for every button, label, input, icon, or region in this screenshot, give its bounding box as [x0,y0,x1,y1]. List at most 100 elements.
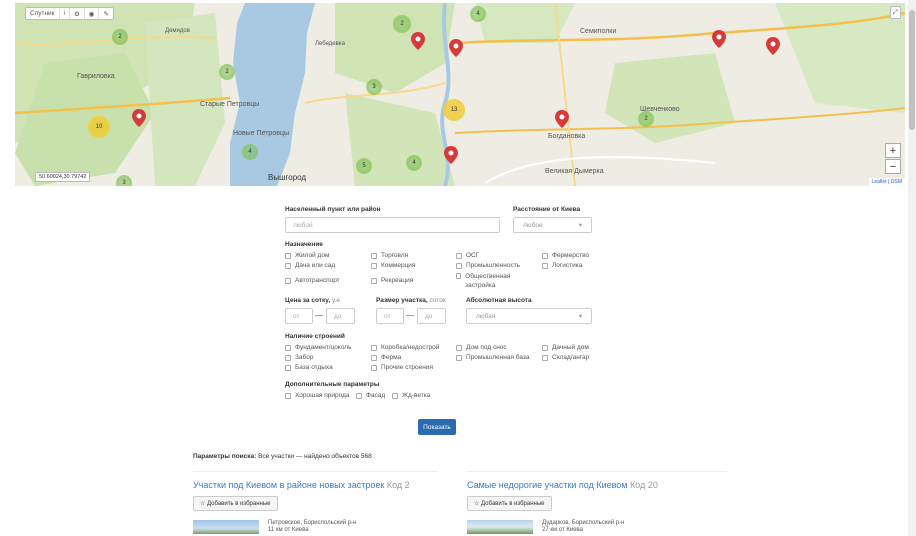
summary-text: Все участки — найдено объектов 568 [258,453,372,460]
listing-code: Код 2 [386,480,410,490]
add-favorite-button[interactable]: ☆ Добавить в избранные [467,496,552,511]
buildings-label: Наличие строений [285,333,345,340]
purpose-checkbox[interactable]: Логистика [542,262,582,269]
map-marker-icon[interactable] [444,146,458,164]
buildings-checkbox[interactable]: Промышленная база [456,354,530,361]
show-button[interactable]: Показать [418,419,456,435]
purpose-checkbox[interactable]: Фермерство [542,252,589,259]
purpose-checkbox[interactable]: Торговля [371,252,408,259]
price-unit: у.е [331,297,340,304]
listing-title[interactable]: Участки под Киевом в районе новых застро… [193,480,410,490]
map-cluster[interactable]: 3 [366,79,382,95]
listing-title-text: Самые недорогие участки под Киевом [467,480,628,490]
layer-switch-button[interactable]: Спутник [26,8,60,19]
locality-input[interactable]: любой [285,217,500,233]
map-marker-icon[interactable] [766,37,780,55]
listing-thumbnail[interactable] [193,520,259,534]
checkbox-label: Коммерция [381,262,416,269]
checkbox-label: Жилой дом [295,252,330,259]
size-to-input[interactable]: до [417,308,446,324]
price-to-input[interactable]: до [326,308,355,324]
purpose-checkbox[interactable]: Коммерция [371,262,415,269]
zoom-in-button[interactable]: + [885,143,901,158]
distance-select[interactable]: любое ▾ [513,217,592,233]
purpose-checkbox[interactable]: Жилой дом [285,252,329,259]
info-icon[interactable]: i [60,8,70,19]
extra-checkbox[interactable]: Жд-ветка [392,392,430,399]
buildings-checkbox[interactable]: Забор [285,354,314,361]
add-favorite-button[interactable]: ☆ Добавить в избранные [193,496,278,511]
size-from-input[interactable]: от [376,308,404,324]
map-cluster[interactable]: 2 [393,15,411,33]
listing-location: Дударков, Бориспольский р-н 27 км от Киев… [542,520,624,534]
buildings-checkbox[interactable]: Склад/ангар [542,354,589,361]
listing-title[interactable]: Самые недорогие участки под Киевом Код 2… [467,480,658,490]
map-cluster[interactable]: 4 [470,6,486,22]
listing-title-text: Участки под Киевом в районе новых застро… [193,480,385,490]
extra-checkbox[interactable]: Хорошая природа [285,392,350,399]
fullscreen-icon[interactable]: ⤢ [889,6,901,19]
map-cluster[interactable]: 4 [242,144,258,160]
buildings-checkbox[interactable]: Прочие строения [371,364,433,371]
map-coordinates: 50.60024,30.79742 [35,172,91,182]
map-cluster[interactable]: 5 [356,158,372,174]
locality-label: Населенный пункт или район [285,206,381,213]
map-cluster[interactable]: 10 [88,116,110,138]
extra-label: Дополнительные параметры [285,381,380,388]
attach-icon[interactable]: ✎ [99,8,112,19]
map-marker-icon[interactable] [712,30,726,48]
map-label-demidov: Демидов [165,28,190,34]
purpose-checkbox[interactable]: Автотранспорт [285,277,340,284]
map-cluster[interactable]: 2 [219,64,235,80]
chevron-down-icon: ▾ [578,313,582,320]
checkbox-label: Фундамент/цоколь [295,344,352,351]
zoom-out-button[interactable]: − [885,159,901,174]
price-from-input[interactable]: от [285,308,313,324]
height-label: Абсолютная высота [466,297,532,304]
summary-label: Параметры поиска: [193,453,257,460]
eye-icon[interactable]: ◉ [85,8,100,19]
checkbox-label: Ферма [381,354,402,361]
scrollbar-thumb[interactable] [909,10,915,130]
buildings-checkbox[interactable]: Фундамент/цоколь [285,344,351,351]
height-select[interactable]: любая ▾ [466,308,592,324]
buildings-checkbox[interactable]: База отдыха [285,364,333,371]
map-cluster[interactable]: 2 [638,111,654,127]
checkbox-label: Хорошая природа [295,392,350,399]
map-cluster[interactable]: 3 [116,175,132,186]
map-cluster[interactable]: 13 [443,99,465,121]
map-attribution[interactable]: Leaflet | OSM [868,178,905,186]
map-marker-icon[interactable] [411,32,425,50]
buildings-checkbox[interactable]: Дачный дом [542,344,589,351]
settings-icon[interactable]: ⚙ [70,8,85,19]
size-label: Размер участка, [376,297,428,304]
purpose-checkbox[interactable]: Общественная застройка [456,272,526,290]
map-label-bogdanovka: Богдановка [548,133,586,140]
map-cluster[interactable]: 4 [406,155,422,171]
checkbox-label: Дом под снос [466,344,507,351]
listing-thumbnail[interactable] [467,520,533,534]
checkbox-label: Дача или сад [295,262,336,269]
map-label-vyshgorod: Вышгород [268,173,307,182]
purpose-checkbox[interactable]: Промышленность [456,262,520,269]
listing-location-text: Дударков, Бориспольский р-н [542,520,625,526]
price-label: Цена за сотку, [285,297,331,304]
extra-checkbox[interactable]: Фасад [356,392,385,399]
map-marker-icon[interactable] [132,109,146,127]
size-label-group: Размер участка, соток [376,297,446,304]
map-cluster[interactable]: 2 [112,29,128,45]
map-marker-icon[interactable] [555,110,569,128]
buildings-checkbox[interactable]: Дом под снос [456,344,507,351]
purpose-checkbox[interactable]: Дача или сад [285,262,335,269]
listing-location-text: Петровское, Бориспольский р-н [268,520,357,526]
buildings-checkbox[interactable]: Ферма [371,354,401,361]
page-scrollbar[interactable] [908,0,916,536]
map[interactable]: Спутник i ⚙ ◉ ✎ ⤢ Демидов Гавриловка Ста… [15,3,905,186]
purpose-checkbox[interactable]: Рекреация [371,277,413,284]
purpose-checkbox[interactable]: ОСГ [456,252,479,259]
map-marker-icon[interactable] [449,39,463,57]
map-toolbar: Спутник i ⚙ ◉ ✎ [25,7,114,20]
checkbox-label: Дачный дом [552,344,589,351]
buildings-checkbox[interactable]: Коробка/недострой [371,344,439,351]
chevron-down-icon: ▾ [578,222,582,229]
